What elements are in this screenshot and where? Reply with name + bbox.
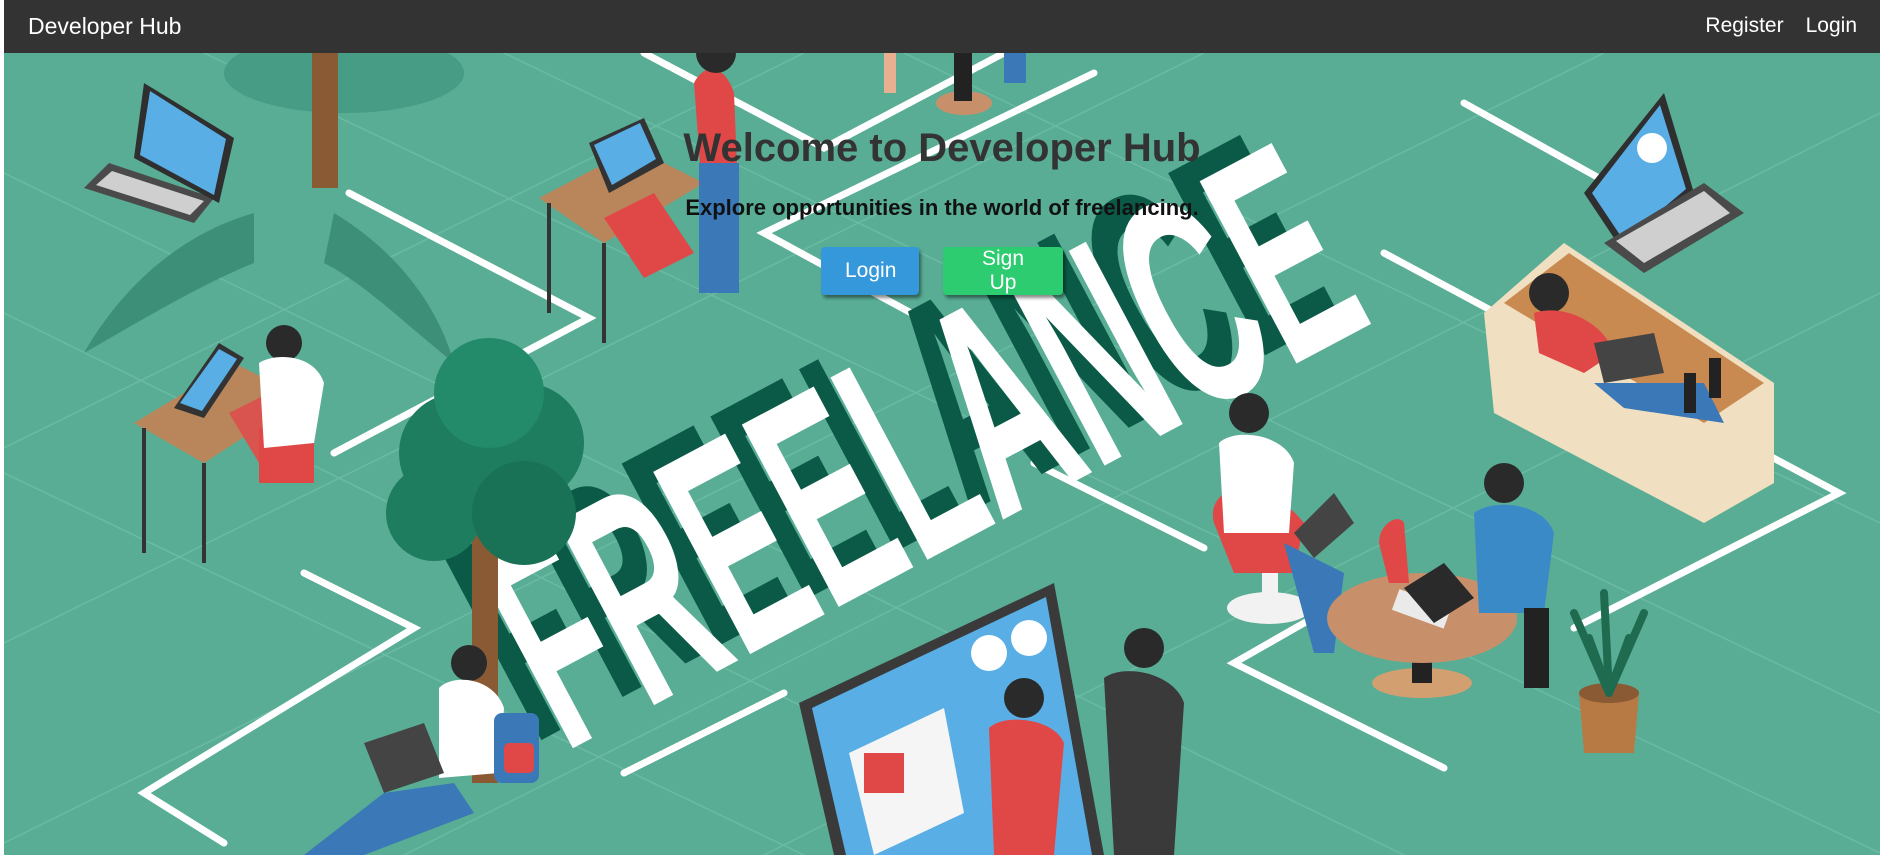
hero-section: FREELANCE FREELANCE Welcome to Developer… (4, 53, 1880, 855)
brand-link[interactable]: Developer Hub (28, 13, 181, 40)
top-navbar: Developer Hub Register Login (4, 0, 1880, 53)
nav-login-link[interactable]: Login (1806, 14, 1857, 38)
login-button[interactable]: Login (821, 247, 919, 295)
round-table-right (1327, 463, 1554, 698)
nav-links: Register Login (1705, 14, 1857, 38)
potted-plant (1570, 589, 1648, 753)
hero-subtitle: Explore opportunities in the world of fr… (685, 195, 1199, 220)
hero-buttons: Login Sign Up (4, 247, 1880, 295)
page: Developer Hub Register Login FREELANCE F… (4, 0, 1880, 855)
hero-content: Welcome to Developer Hub Explore opportu… (4, 126, 1880, 295)
hero-title: Welcome to Developer Hub (683, 126, 1201, 170)
nav-register-link[interactable]: Register (1705, 14, 1783, 38)
signup-button[interactable]: Sign Up (943, 247, 1063, 295)
desk-left (134, 325, 324, 563)
